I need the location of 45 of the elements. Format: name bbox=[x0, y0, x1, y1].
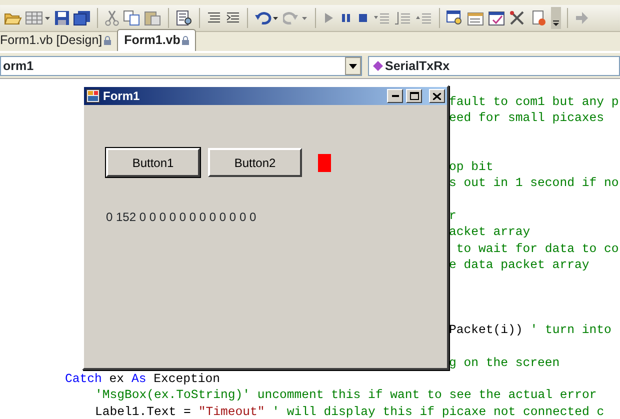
code-line: fault to com1 but any p bbox=[449, 95, 619, 109]
form-button[interactable]: Button2 bbox=[208, 148, 302, 177]
paste-icon[interactable] bbox=[144, 10, 162, 26]
object-dropdown[interactable]: orm1 bbox=[0, 56, 362, 76]
code-line: Label1.Text = "Timeout" ' will display this if picaxe not connected c bbox=[95, 404, 604, 419]
code-line: eed for small picaxes bbox=[449, 111, 604, 126]
document-error-icon[interactable] bbox=[530, 10, 548, 26]
save-all-icon[interactable] bbox=[73, 10, 91, 26]
code-line: g on the screen bbox=[449, 356, 560, 370]
find-document-icon[interactable] bbox=[175, 10, 193, 26]
close-icon bbox=[433, 92, 441, 100]
minimize-icon bbox=[392, 95, 398, 97]
step-bracket-icon[interactable] bbox=[394, 10, 412, 26]
method-diamond-icon bbox=[373, 61, 383, 71]
code-line: 'MsgBox(ex.ToString)' uncomment this if want to see the actual error bbox=[95, 388, 597, 402]
overflow-icon[interactable] bbox=[551, 7, 561, 29]
code-line: s out in 1 second if no bbox=[449, 176, 619, 190]
window-title: Form1 bbox=[103, 88, 140, 105]
code-line: op bit bbox=[449, 160, 494, 174]
code-line: r bbox=[449, 209, 456, 224]
maximize-button[interactable] bbox=[406, 89, 422, 103]
copy-icon[interactable] bbox=[123, 10, 141, 26]
lock-icon bbox=[104, 36, 112, 46]
code-line: e data packet array bbox=[449, 258, 590, 272]
form-icon bbox=[86, 89, 100, 103]
save-icon[interactable] bbox=[54, 10, 70, 26]
data-label: 0 152 0 0 0 0 0 0 0 0 0 0 0 0 bbox=[106, 209, 256, 226]
code-line: acket array bbox=[449, 225, 530, 240]
editor-tab[interactable]: Form1.vb [Design] bbox=[0, 30, 118, 51]
scissors-icon[interactable] bbox=[104, 10, 120, 26]
lock-icon bbox=[182, 36, 190, 46]
toolbox-window-icon[interactable] bbox=[488, 10, 506, 26]
code-line: Packet(i)) ' turn into bbox=[449, 323, 612, 338]
form-button[interactable]: Button1 bbox=[106, 148, 200, 177]
member-dropdown[interactable]: SerialTxRx bbox=[368, 56, 620, 76]
caret-icon bbox=[349, 64, 357, 68]
undo-icon[interactable] bbox=[254, 10, 280, 26]
code-line: Catch ex As Exception bbox=[65, 372, 220, 386]
properties-window-icon[interactable] bbox=[467, 10, 485, 26]
code-line: to wait for data to co bbox=[455, 242, 619, 256]
maximize-icon bbox=[410, 92, 418, 100]
close-button[interactable] bbox=[429, 89, 445, 103]
editor-tab[interactable]: Form1.vb bbox=[117, 29, 196, 51]
minimize-button[interactable] bbox=[387, 89, 403, 103]
window-search-icon[interactable] bbox=[446, 10, 464, 26]
